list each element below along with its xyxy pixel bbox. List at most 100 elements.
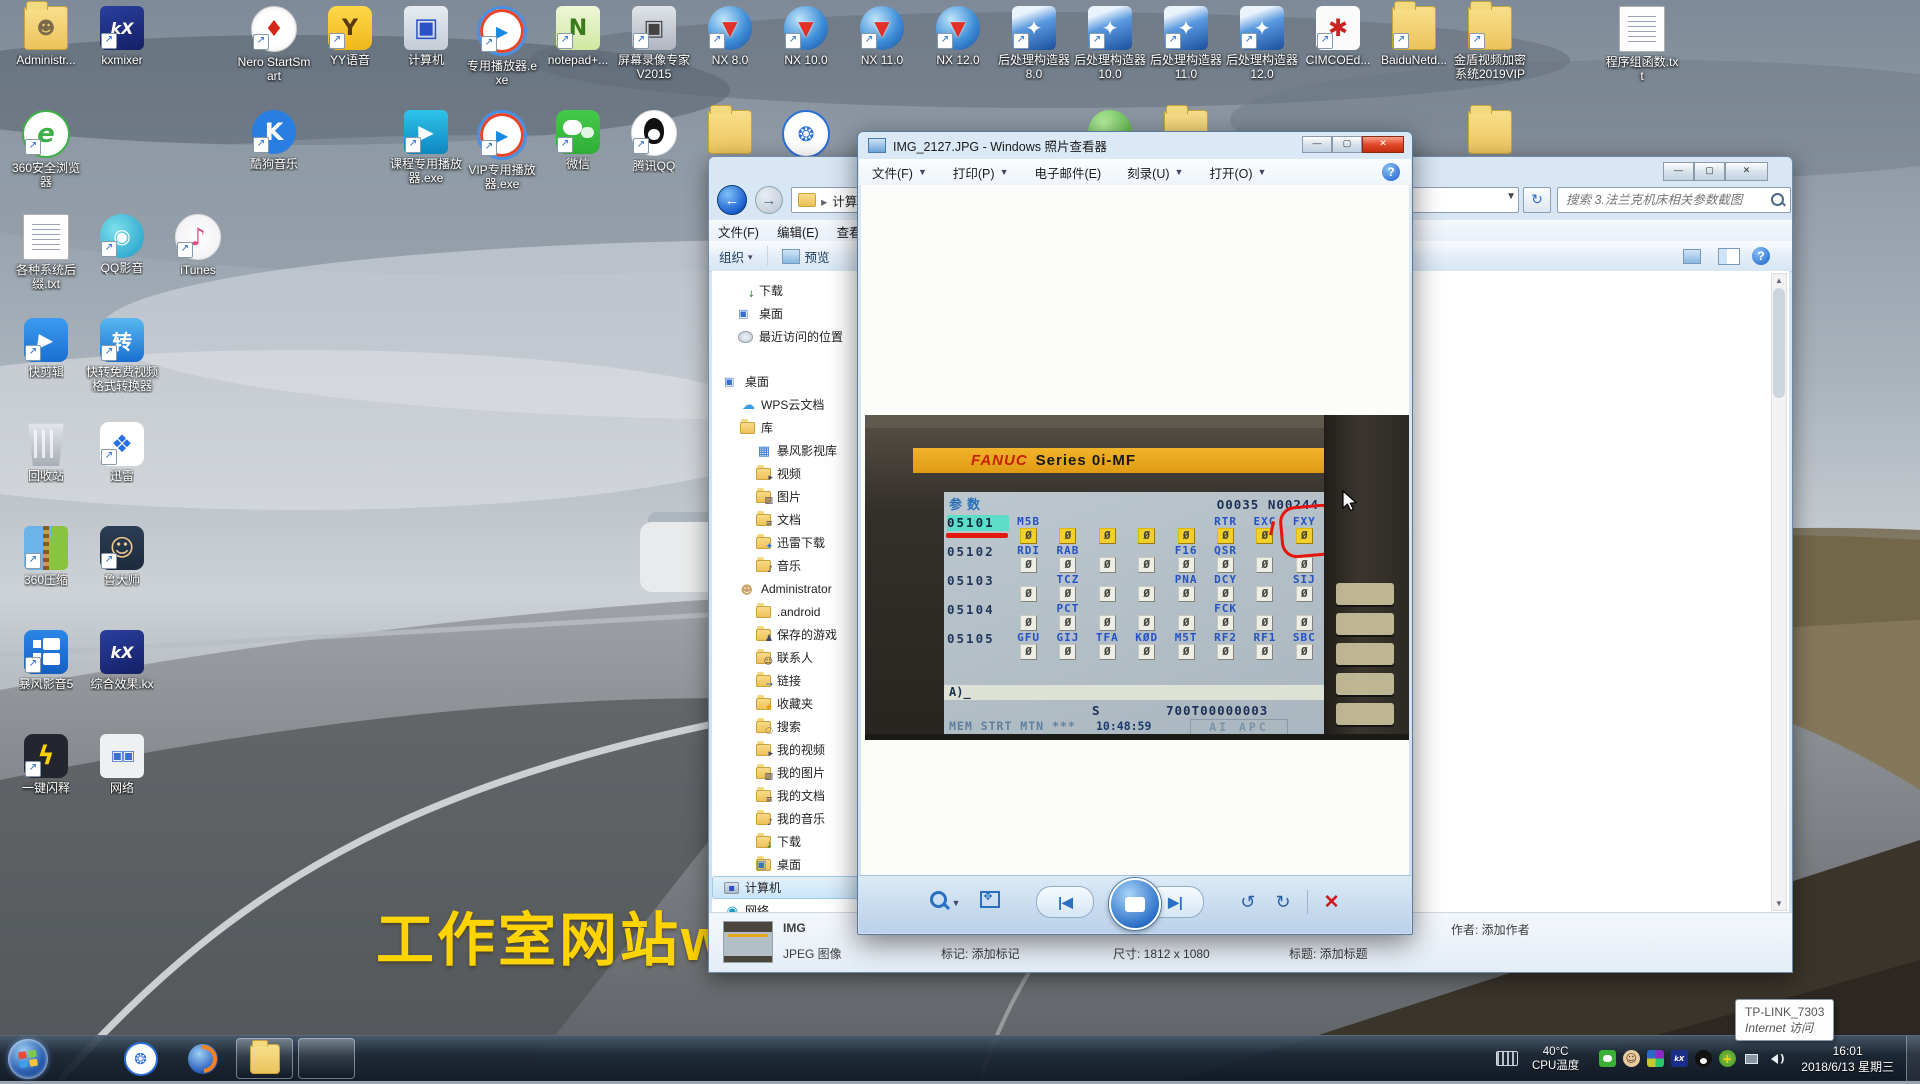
desktop-icon[interactable]: 网络 xyxy=(84,734,160,838)
desktop-icon[interactable]: 后处理构造器 10.0 xyxy=(1072,6,1148,110)
desktop-icon[interactable]: 快转免费视频格式转换器 xyxy=(84,318,160,422)
menu-item[interactable]: 编辑(E) xyxy=(768,222,828,241)
desktop-icon[interactable]: notepad+... xyxy=(540,6,616,110)
preview-pane-icon[interactable] xyxy=(1718,248,1740,265)
scrollbar[interactable]: ▲ ▼ xyxy=(1771,273,1787,911)
scroll-down-icon[interactable]: ▼ xyxy=(1772,897,1786,910)
sidebar-item[interactable]: 链接 xyxy=(712,669,865,692)
desktop-icon[interactable]: 腾讯QQ xyxy=(616,110,692,214)
menu-item[interactable]: 电子邮件(E) ▼ xyxy=(1021,159,1114,185)
desktop-icon[interactable]: 金盾视频加密系统2019VIP xyxy=(1452,6,1528,110)
delete-button[interactable]: ✕ xyxy=(1324,891,1340,914)
taskbar-app-button[interactable] xyxy=(174,1038,231,1079)
show-desktop-button[interactable] xyxy=(1906,1036,1920,1081)
sidebar-item[interactable]: 下载 xyxy=(712,830,865,853)
tray-icon[interactable] xyxy=(1767,1050,1784,1067)
slideshow-button[interactable] xyxy=(1109,878,1161,930)
tray-icon[interactable] xyxy=(1671,1050,1688,1067)
sidebar-item[interactable]: 图片 xyxy=(712,485,865,508)
organize-button[interactable]: 组织 xyxy=(709,244,763,268)
desktop-icon[interactable]: 程序组函数.txt xyxy=(1604,6,1680,110)
sidebar-item[interactable]: .android xyxy=(712,600,865,623)
taskbar-app-button[interactable] xyxy=(112,1038,169,1079)
start-button[interactable] xyxy=(8,1039,48,1079)
desktop-icon[interactable]: 计算机 xyxy=(388,6,464,110)
sidebar-item[interactable]: 文档 xyxy=(712,508,865,531)
menu-item[interactable]: 文件(F) xyxy=(709,222,768,241)
desktop-icon[interactable]: 综合效果.kx xyxy=(84,630,160,734)
keyboard-icon[interactable] xyxy=(1496,1051,1518,1066)
sidebar-item[interactable]: 迅雷下载 xyxy=(712,531,865,554)
desktop-icon[interactable]: 回收站 xyxy=(8,422,84,526)
search-box[interactable] xyxy=(1557,187,1791,213)
preview-button[interactable]: 预览 xyxy=(772,244,840,268)
sidebar-item[interactable]: 计算机 xyxy=(712,876,865,899)
refresh-button[interactable]: ↻ xyxy=(1523,187,1551,213)
menu-item[interactable]: 刻录(U) ▼ xyxy=(1114,159,1196,185)
sidebar-item[interactable]: 我的图片 xyxy=(712,761,865,784)
desktop-icon[interactable]: 一键闪释 xyxy=(8,734,84,838)
rotate-cw-button[interactable]: ↻ xyxy=(1276,892,1291,913)
sidebar-item[interactable]: 音乐 xyxy=(712,554,865,577)
sidebar-item[interactable]: 最近访问的位置 xyxy=(712,325,865,348)
desktop-icon[interactable]: BaiduNetd... xyxy=(1376,6,1452,110)
desktop-icon[interactable]: 迅雷 xyxy=(84,422,160,526)
desktop-icon[interactable]: 暴风影音5 xyxy=(8,630,84,734)
desktop-icon[interactable]: kxmixer xyxy=(84,6,160,110)
menu-item[interactable]: 打开(O) ▼ xyxy=(1196,159,1279,185)
desktop-icon[interactable]: QQ影音 xyxy=(84,214,160,318)
desktop-icon[interactable]: YY语音 xyxy=(312,6,388,110)
menu-item[interactable]: 文件(F) ▼ xyxy=(859,159,940,185)
desktop-icon[interactable]: NX 11.0 xyxy=(844,6,920,110)
minimize-button[interactable]: — xyxy=(1663,162,1694,181)
tags-field[interactable]: 标记: 添加标记 xyxy=(941,945,1020,962)
sidebar-item[interactable]: 搜索 xyxy=(712,715,865,738)
views-icon[interactable] xyxy=(1683,249,1701,264)
sidebar-item[interactable]: 保存的游戏 xyxy=(712,623,865,646)
desktop-icon[interactable]: iTunes xyxy=(160,214,236,318)
sidebar-item[interactable]: 暴风影视库 xyxy=(712,439,865,462)
actual-size-button[interactable] xyxy=(980,891,1000,913)
taskbar-clock[interactable]: 16:012018/6/13 星期三 xyxy=(1801,1043,1894,1075)
search-input[interactable] xyxy=(1564,192,1768,208)
title-field[interactable]: 标题: 添加标题 xyxy=(1289,945,1368,962)
previous-button[interactable]: |◀ xyxy=(1036,886,1094,918)
scroll-up-icon[interactable]: ▲ xyxy=(1772,274,1786,287)
tray-icon[interactable] xyxy=(1623,1050,1640,1067)
chevron-down-icon[interactable]: ▼ xyxy=(1506,191,1516,202)
sidebar-item[interactable]: 我的音乐 xyxy=(712,807,865,830)
forward-button[interactable]: → xyxy=(755,186,783,214)
close-button[interactable]: ✕ xyxy=(1362,136,1404,153)
tray-icon[interactable] xyxy=(1743,1050,1760,1067)
desktop-icon[interactable]: Nero StartSmart xyxy=(236,6,312,110)
desktop-icon[interactable]: 鲁大师 xyxy=(84,526,160,630)
tray-icon[interactable] xyxy=(1647,1050,1664,1067)
sidebar-item[interactable]: 联系人 xyxy=(712,646,865,669)
author-field[interactable]: 作者: 添加作者 xyxy=(1451,921,1530,938)
desktop-icon[interactable]: 快剪辑 xyxy=(8,318,84,422)
scrollbar-thumb[interactable] xyxy=(1773,288,1785,398)
help-icon[interactable]: ? xyxy=(1382,163,1400,181)
desktop-icon[interactable]: 课程专用播放器.exe xyxy=(388,110,464,214)
desktop-icon[interactable]: 各种系统后缀.txt xyxy=(8,214,84,318)
maximize-button[interactable]: ▢ xyxy=(1694,162,1725,181)
minimize-button[interactable]: — xyxy=(1302,136,1332,153)
desktop-icon[interactable]: 360安全浏览器 xyxy=(8,110,84,214)
menu-item[interactable]: 打印(P) ▼ xyxy=(940,159,1022,185)
desktop-icon[interactable]: 微信 xyxy=(540,110,616,214)
desktop-icon[interactable]: VIP专用播放器.exe xyxy=(464,110,540,214)
sidebar-item[interactable]: 收藏夹 xyxy=(712,692,865,715)
desktop-icon[interactable]: 360压缩 xyxy=(8,526,84,630)
tray-icon[interactable] xyxy=(1599,1050,1616,1067)
sidebar-item[interactable]: 桌面 xyxy=(712,302,865,325)
desktop-icon[interactable]: Administr... xyxy=(8,6,84,110)
rotate-ccw-button[interactable]: ↺ xyxy=(1240,892,1255,913)
zoom-button[interactable]: ▼ xyxy=(930,891,960,913)
sidebar-item[interactable]: 我的文档 xyxy=(712,784,865,807)
close-button[interactable]: ✕ xyxy=(1725,162,1768,181)
sidebar-item[interactable]: 我的视频 xyxy=(712,738,865,761)
desktop-icon[interactable]: NX 8.0 xyxy=(692,6,768,110)
tray-icon[interactable] xyxy=(1695,1050,1712,1067)
maximize-button[interactable]: ▢ xyxy=(1332,136,1362,153)
desktop-icon[interactable]: NX 10.0 xyxy=(768,6,844,110)
